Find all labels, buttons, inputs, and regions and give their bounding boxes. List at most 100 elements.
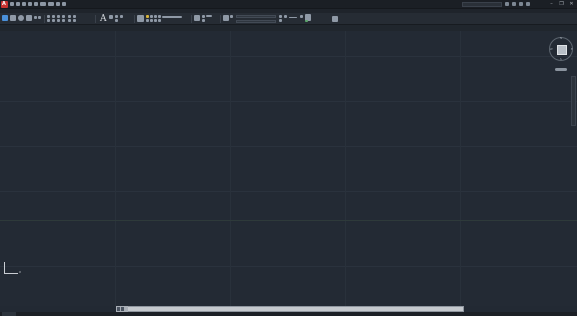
ucs-x-label: X: [19, 270, 22, 274]
new-icon[interactable]: [10, 2, 14, 6]
scale-icon[interactable]: [73, 15, 76, 18]
base-view-icon[interactable]: [332, 16, 338, 22]
grid-line: [0, 191, 577, 192]
x-axis-line: [0, 220, 577, 221]
search-input[interactable]: [463, 3, 501, 7]
restore-button[interactable]: ❐: [558, 1, 565, 7]
table-icon[interactable]: [120, 15, 123, 18]
layer-match-icon[interactable]: [146, 19, 149, 22]
sign-in-icon[interactable]: [505, 2, 509, 6]
rotate-icon[interactable]: [52, 15, 55, 18]
layer-on-icon[interactable]: [146, 15, 149, 18]
help-icon[interactable]: [526, 2, 530, 6]
viewcube-top-face[interactable]: [557, 45, 567, 55]
fillet-icon[interactable]: [57, 19, 60, 22]
insert-block-icon[interactable]: [194, 15, 200, 21]
workspace-dropdown-icon[interactable]: [62, 2, 66, 6]
print-icon[interactable]: [34, 2, 38, 6]
compass-east[interactable]: E: [571, 48, 573, 51]
stretch-icon[interactable]: [68, 15, 71, 18]
color-swatch-icon[interactable]: [230, 15, 233, 18]
ucs-x-axis: [4, 273, 18, 274]
close-button[interactable]: ✕: [568, 1, 575, 7]
measure-icon[interactable]: [300, 15, 303, 18]
copy-icon[interactable]: [47, 19, 50, 22]
drawing-area[interactable]: [0, 31, 577, 306]
ribbon-separator: [95, 15, 96, 23]
group-icon[interactable]: [284, 15, 287, 18]
ribbon-panel: A: [0, 13, 577, 25]
modify-panel: [47, 14, 93, 24]
erase-icon[interactable]: [62, 15, 65, 18]
edit-attributes-icon[interactable]: [202, 19, 205, 22]
open-icon[interactable]: [16, 2, 20, 6]
array-icon[interactable]: [68, 19, 71, 22]
layer-freeze-icon[interactable]: [150, 15, 153, 18]
circle-icon[interactable]: [18, 15, 24, 21]
hatch-icon[interactable]: [38, 16, 41, 19]
rectangle-icon[interactable]: [34, 16, 37, 19]
ungroup-icon[interactable]: [279, 19, 282, 22]
grid-line: [345, 31, 346, 306]
edit-block-icon[interactable]: [206, 15, 212, 17]
layers-panel: [137, 14, 193, 24]
list-icon[interactable]: [279, 15, 282, 18]
customize-command-icon[interactable]: [121, 307, 124, 311]
linetype-dropdown[interactable]: [236, 20, 276, 23]
explode-icon[interactable]: [62, 19, 65, 22]
search-box[interactable]: [462, 2, 502, 7]
layer-lock-icon[interactable]: [154, 15, 157, 18]
view-panel: [332, 14, 342, 24]
status-bar: [0, 312, 577, 316]
save-as-icon[interactable]: [28, 2, 32, 6]
layer-isolate-icon[interactable]: [150, 19, 153, 22]
ribbon-separator: [220, 15, 221, 23]
move-icon[interactable]: [47, 15, 50, 18]
compass-south[interactable]: S: [560, 58, 562, 61]
app-menu-button[interactable]: A: [1, 1, 8, 8]
model-tab[interactable]: [2, 312, 16, 316]
command-input[interactable]: [130, 307, 460, 311]
close-command-icon[interactable]: [117, 307, 120, 311]
leader-icon[interactable]: [115, 15, 118, 18]
cart-icon[interactable]: [512, 2, 516, 6]
create-block-icon[interactable]: [202, 15, 205, 18]
polyline-icon[interactable]: [10, 15, 16, 21]
offset-icon[interactable]: [73, 19, 76, 22]
exchange-icon[interactable]: [519, 2, 523, 6]
trim-icon[interactable]: [57, 15, 60, 18]
minimize-button[interactable]: –: [548, 1, 555, 7]
match-properties-icon[interactable]: [223, 15, 229, 21]
ribbon-separator: [134, 15, 135, 23]
layer-dropdown[interactable]: [162, 16, 182, 18]
grid-line: [460, 31, 461, 306]
document-title: [200, 2, 310, 7]
grid-line: [0, 146, 577, 147]
layer-previous-icon[interactable]: [158, 15, 161, 18]
layer-walk-icon[interactable]: [158, 19, 161, 22]
wcs-menu-button[interactable]: [555, 68, 567, 71]
text-tool-button[interactable]: A: [100, 14, 107, 24]
redo-icon[interactable]: [48, 2, 54, 6]
layer-unisolate-icon[interactable]: [154, 19, 157, 22]
dimension-icon[interactable]: [109, 15, 113, 19]
markup-icon[interactable]: [115, 19, 118, 22]
lineweight-icon[interactable]: [289, 17, 297, 18]
mirror-icon[interactable]: [52, 19, 55, 22]
ribbon-separator: [191, 15, 192, 23]
compass-west[interactable]: W: [550, 48, 553, 51]
grid-line: [0, 266, 577, 267]
layer-properties-icon[interactable]: [137, 15, 144, 22]
line-icon[interactable]: [2, 15, 8, 21]
undo-icon[interactable]: [40, 2, 46, 6]
color-dropdown[interactable]: [236, 15, 276, 18]
navigation-bar[interactable]: [571, 76, 576, 126]
annotation-panel: [109, 14, 133, 24]
save-icon[interactable]: [22, 2, 26, 6]
compass-north[interactable]: N: [560, 37, 562, 40]
arc-icon[interactable]: [26, 15, 32, 21]
grid-line: [115, 31, 116, 306]
viewcube[interactable]: N S E W: [549, 37, 573, 61]
paste-icon[interactable]: [305, 20, 308, 22]
share-icon[interactable]: [56, 2, 60, 6]
